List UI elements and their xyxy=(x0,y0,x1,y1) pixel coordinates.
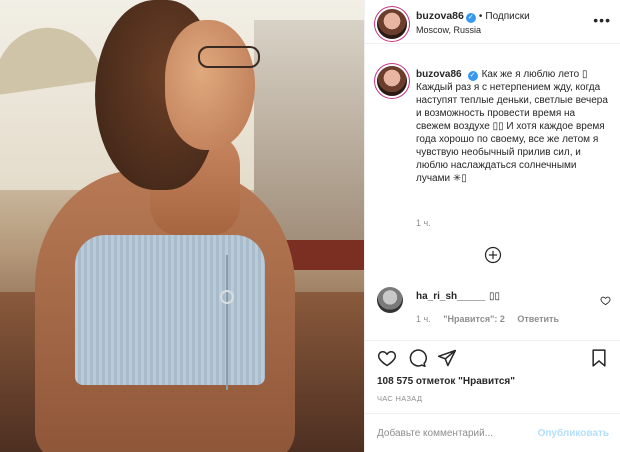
verified-badge-icon: ✓ xyxy=(465,13,476,23)
bookmark-icon[interactable] xyxy=(589,348,609,368)
share-icon[interactable] xyxy=(437,348,457,368)
photo-zipper xyxy=(226,255,228,390)
comment-meta: 1 ч. "Нравится": 2 Ответить xyxy=(416,314,569,324)
photo-crop-top xyxy=(75,235,265,385)
heart-icon[interactable] xyxy=(377,348,397,368)
photo-zipper-ring xyxy=(220,290,234,304)
author-avatar[interactable] xyxy=(377,9,407,39)
photo-face xyxy=(165,20,255,150)
comment-time[interactable]: 1 ч. xyxy=(416,314,431,324)
caption-time[interactable]: 1 ч. xyxy=(416,218,431,228)
photo-glasses xyxy=(198,46,260,68)
comment-composer: Опубликовать xyxy=(365,413,620,452)
caption-author-avatar[interactable] xyxy=(377,66,407,96)
comment-likes[interactable]: "Нравится": 2 xyxy=(443,314,505,324)
plus-circle-icon[interactable] xyxy=(484,246,502,264)
commenter-avatar[interactable] xyxy=(377,287,403,313)
caption-username[interactable]: buzova86 xyxy=(416,69,462,80)
likes-count[interactable]: 108 575 отметок "Нравится" xyxy=(377,376,515,387)
comment-input[interactable] xyxy=(377,424,537,442)
post-location[interactable]: Moscow, Russia xyxy=(416,25,481,35)
post-photo[interactable] xyxy=(0,0,364,452)
header-separator: • xyxy=(478,11,483,22)
publish-button[interactable]: Опубликовать xyxy=(538,428,609,439)
author-username[interactable]: buzova86 xyxy=(416,10,464,22)
comment-text: ▯▯ xyxy=(488,291,500,302)
comment-reply-button[interactable]: Ответить xyxy=(517,314,559,324)
following-button[interactable]: Подписки xyxy=(485,11,529,22)
post-actions-bar xyxy=(365,340,620,372)
post-timestamp[interactable]: ЧАС НАЗАД xyxy=(377,394,422,403)
post-side-panel: buzova86 ✓ • Подписки Moscow, Russia ••• bu… xyxy=(364,0,620,452)
comment-like-heart-icon[interactable] xyxy=(600,295,611,306)
commenter-username[interactable]: ha_ri_sh_____ xyxy=(416,291,485,302)
comment-icon[interactable] xyxy=(407,348,427,368)
post-caption: buzova86 ✓ Как же я люблю лето ▯ Каждый ра… xyxy=(416,68,611,185)
caption-text: Как же я люблю лето ▯ Каждый раз я с нет… xyxy=(416,69,608,184)
post-header: buzova86 ✓ • Подписки Moscow, Russia ••• xyxy=(365,0,620,44)
verified-badge-icon: ✓ xyxy=(467,71,478,81)
more-options-icon[interactable]: ••• xyxy=(593,12,611,28)
author-line: buzova86 ✓ • Подписки xyxy=(416,10,530,23)
comment-text-line: ha_ri_sh_____ ▯▯ xyxy=(416,291,500,302)
